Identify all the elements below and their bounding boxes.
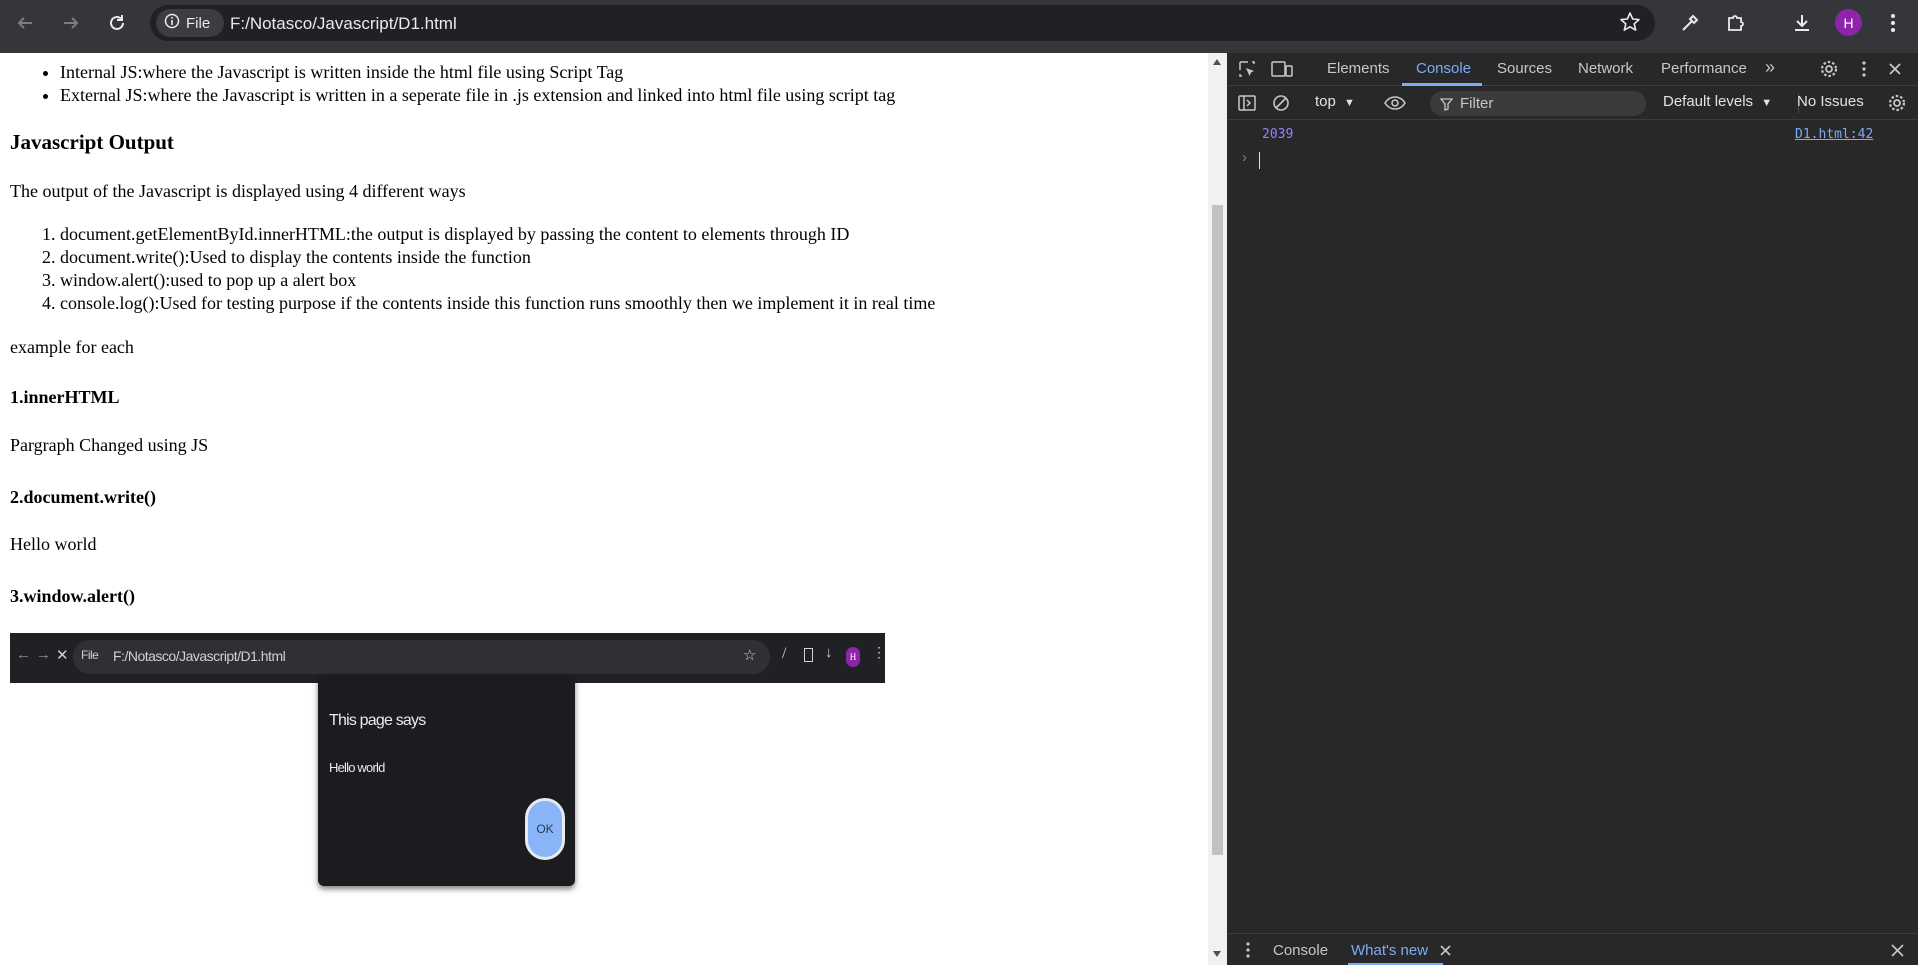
console-filter-input[interactable]: Filter [1430, 91, 1646, 116]
tab-sources[interactable]: Sources [1497, 60, 1552, 77]
screenshot-stop-icon: ✕ [56, 648, 69, 664]
screenshot-ok-button: OK [525, 798, 565, 860]
output-intro-text: The output of the Javascript is displaye… [10, 181, 466, 201]
profile-initial: H [1843, 14, 1854, 31]
reload-icon[interactable] [104, 10, 130, 36]
screenshot-extension-icon [804, 648, 813, 662]
download-icon[interactable] [1789, 10, 1815, 36]
screenshot-forward-icon: → [36, 647, 51, 663]
more-tabs-chevron-icon[interactable]: » [1765, 57, 1775, 78]
extensions-puzzle-icon[interactable] [1723, 10, 1749, 36]
back-arrow-icon[interactable] [12, 10, 38, 36]
bookmark-star-icon[interactable] [1619, 11, 1641, 38]
example1-result: Pargraph Changed using JS [10, 435, 209, 455]
example1-heading: 1.innerHTML [10, 387, 120, 407]
active-tab-indicator [1402, 83, 1482, 86]
screenshot-star-icon: ☆ [743, 647, 756, 664]
tab-network[interactable]: Network [1578, 60, 1633, 77]
eyedropper-icon[interactable] [1677, 10, 1703, 36]
site-chip-label: File [186, 14, 211, 32]
screenshot-menu-icon: ⋮ [872, 646, 886, 661]
example2-heading: 2.document.write() [10, 487, 156, 507]
context-select-value: top [1315, 93, 1336, 110]
chevron-down-icon: ▼ [1761, 97, 1773, 109]
url-text[interactable]: F:/Notasco/Javascript/D1.html [230, 14, 457, 34]
scroll-down-arrow-icon[interactable] [1213, 951, 1221, 957]
screenshot-url: F:/Notasco/Javascript/D1.html [113, 648, 286, 664]
scrollbar-thumb[interactable] [1212, 205, 1223, 855]
clear-console-icon[interactable] [1271, 93, 1291, 113]
page-viewport: Internal JS:where the Javascript is writ… [0, 53, 1208, 965]
live-expression-eye-icon[interactable] [1383, 93, 1407, 113]
drawer-tab-whats-new[interactable]: What's new [1351, 942, 1428, 959]
heading-javascript-output: Javascript Output [10, 130, 174, 154]
list-item: Internal JS:where the Javascript is writ… [60, 61, 895, 84]
screenshot-back-icon: ← [16, 647, 31, 663]
close-drawer-tab-icon[interactable] [1438, 942, 1452, 958]
drawer-tab-console[interactable]: Console [1273, 942, 1328, 959]
settings-gear-icon[interactable] [1819, 59, 1839, 79]
issues-counter[interactable]: No Issues [1797, 93, 1864, 110]
devtools-drawer-bar: Console What's new [1227, 933, 1918, 965]
log-levels-value: Default levels [1663, 93, 1754, 110]
close-devtools-icon[interactable] [1885, 59, 1905, 79]
sidebar-toggle-icon[interactable] [1237, 93, 1257, 113]
browser-toolbar: File F:/Notasco/Javascript/D1.html H [0, 0, 1918, 53]
console-prompt-chevron-icon: › [1242, 149, 1247, 166]
devtools-menu-icon[interactable] [1857, 59, 1871, 79]
context-select[interactable]: top ▼ [1315, 93, 1355, 110]
drawer-menu-icon[interactable] [1243, 940, 1253, 960]
tab-console[interactable]: Console [1416, 60, 1471, 77]
address-bar[interactable]: File F:/Notasco/Javascript/D1.html [150, 5, 1655, 41]
screenshot-dialog-message: Hello world [329, 760, 385, 775]
output-ways-list: document.getElementById.innerHTML:the ou… [60, 223, 935, 315]
screenshot-avatar: H [846, 647, 860, 667]
devtools-panel: Elements Console Sources Network Perform… [1227, 53, 1918, 965]
list-item: document.getElementById.innerHTML:the ou… [60, 223, 935, 246]
page-scrollbar[interactable] [1208, 53, 1227, 965]
console-output: 2039 D1.html:42 › [1227, 121, 1918, 923]
tab-elements[interactable]: Elements [1327, 60, 1390, 77]
forward-arrow-icon[interactable] [58, 10, 84, 36]
console-input-caret[interactable] [1259, 152, 1260, 169]
chevron-down-icon: ▼ [1344, 97, 1355, 109]
console-log-value: 2039 [1262, 127, 1294, 142]
console-log-source-link[interactable]: D1.html:42 [1795, 127, 1873, 142]
alert-screenshot-image: ← → ✕ File F:/Notasco/Javascript/D1.html… [10, 633, 886, 947]
console-settings-gear-icon[interactable] [1887, 93, 1907, 113]
info-icon [164, 13, 180, 33]
devtools-tab-bar: Elements Console Sources Network Perform… [1227, 53, 1918, 86]
tab-performance[interactable]: Performance [1661, 60, 1747, 77]
device-toolbar-icon[interactable] [1271, 59, 1293, 79]
inspect-element-icon[interactable] [1237, 59, 1257, 79]
filter-funnel-icon [1439, 91, 1454, 116]
site-info-chip[interactable]: File [156, 9, 224, 37]
list-item: console.log():Used for testing purpose i… [60, 292, 935, 315]
filter-placeholder: Filter [1460, 95, 1494, 112]
list-item: window.alert():used to pop up a alert bo… [60, 269, 935, 292]
log-levels-select[interactable]: Default levels ▼ [1663, 93, 1772, 110]
screenshot-address-bar: File F:/Notasco/Javascript/D1.html ☆ [73, 640, 770, 674]
profile-avatar[interactable]: H [1835, 9, 1862, 36]
list-item: document.write():Used to display the con… [60, 246, 935, 269]
screenshot-dialog-title: This page says [329, 712, 426, 729]
screenshot-alert-dialog: This page says Hello world OK [318, 675, 575, 886]
example2-result: Hello world [10, 534, 97, 554]
example3-heading: 3.window.alert() [10, 586, 135, 606]
example-intro-text: example for each [10, 337, 134, 357]
screenshot-site-chip: File [81, 648, 99, 662]
screenshot-eyedropper-icon: / [782, 645, 787, 662]
console-toolbar: top ▼ Filter Default levels ▼ No Issues [1227, 87, 1918, 120]
close-drawer-icon[interactable] [1887, 940, 1907, 960]
scroll-up-arrow-icon[interactable] [1213, 59, 1221, 65]
js-types-list: Internal JS:where the Javascript is writ… [60, 61, 895, 107]
list-item: External JS:where the Javascript is writ… [60, 84, 895, 107]
screenshot-download-icon: ↓ [825, 645, 833, 661]
browser-menu-icon[interactable] [1880, 10, 1906, 36]
